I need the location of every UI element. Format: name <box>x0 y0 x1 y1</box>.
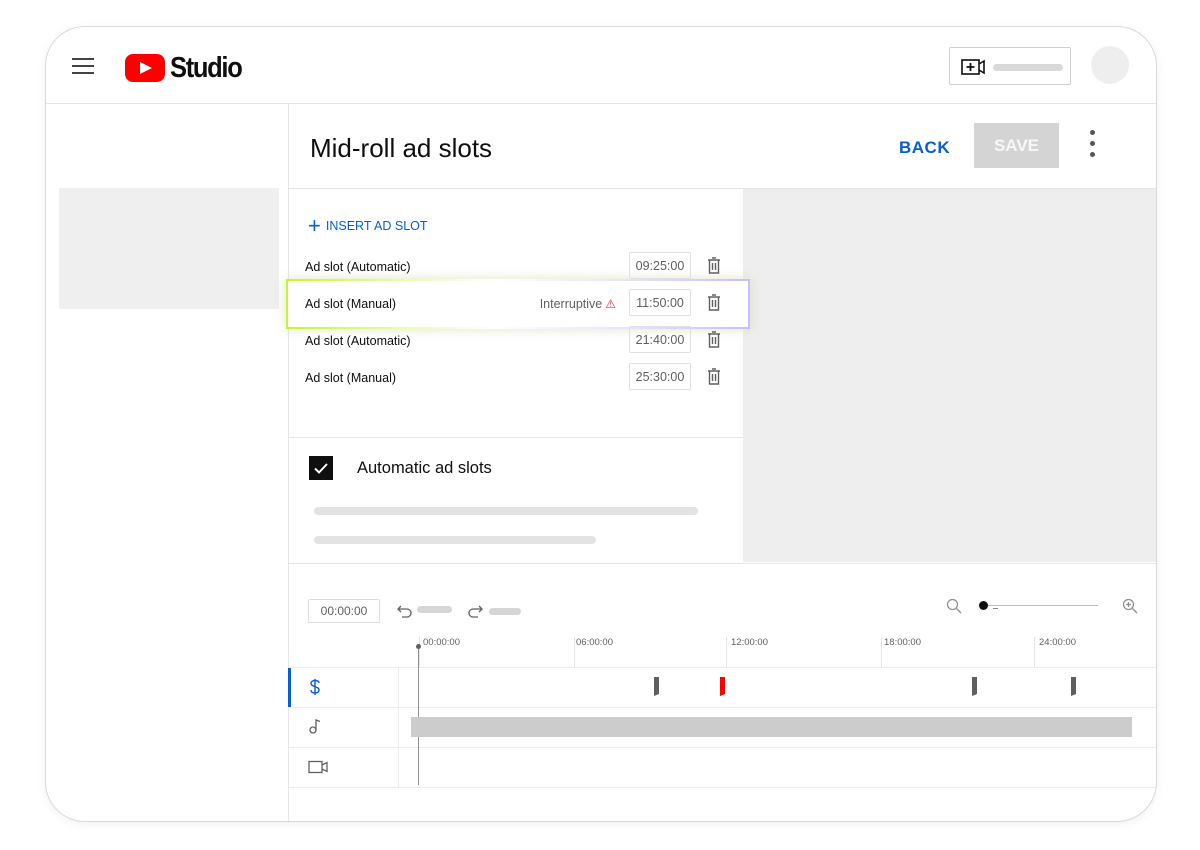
plus-icon: + <box>308 213 321 238</box>
ruler-tick <box>1034 637 1035 667</box>
playhead[interactable] <box>418 647 419 785</box>
music-note-icon[interactable] <box>308 718 322 734</box>
top-bar: Studio <box>46 27 1156 104</box>
zoom-out-icon[interactable] <box>946 598 962 614</box>
sidebar-placeholder <box>59 188 279 309</box>
active-track-indicator <box>288 668 291 707</box>
ruler-tick <box>574 637 575 667</box>
ruler-tick <box>419 637 420 667</box>
list-item[interactable]: Ad slot (Manual) 25:30:00 <box>305 363 729 393</box>
back-button[interactable]: BACK <box>899 138 950 158</box>
ruler-tick-label: 06:00:00 <box>576 637 613 648</box>
youtube-play-icon <box>125 54 165 82</box>
sidebar-divider <box>288 104 289 821</box>
save-button[interactable]: SAVE <box>974 123 1059 168</box>
ruler-tick-label: 00:00:00 <box>423 637 460 648</box>
list-item-selected[interactable]: Ad slot (Manual) Interruptive ⚠ 11:50:00 <box>305 289 729 319</box>
create-button[interactable] <box>949 47 1071 85</box>
trash-icon[interactable] <box>707 257 721 274</box>
logo-text: Studio <box>170 51 243 84</box>
slot-time-field[interactable]: 09:25:00 <box>629 252 691 279</box>
ruler-tick <box>726 637 727 667</box>
playhead-handle[interactable] <box>416 644 421 649</box>
redo-label-placeholder <box>489 608 521 615</box>
slot-label: Ad slot (Manual) <box>305 371 397 385</box>
ad-marker[interactable] <box>654 677 659 696</box>
ad-marker[interactable] <box>1071 677 1076 696</box>
slot-time-field[interactable]: 25:30:00 <box>629 363 691 390</box>
description-placeholder <box>314 536 596 544</box>
slot-label: Ad slot (Automatic) <box>305 260 411 274</box>
ruler-tick-label: 24:00:00 <box>1039 637 1076 648</box>
timeline-time-field[interactable]: 00:00:00 <box>308 599 380 623</box>
section-divider <box>289 437 743 438</box>
track-divider <box>289 707 1156 708</box>
list-item[interactable]: Ad slot (Automatic) 09:25:00 <box>305 252 729 282</box>
zoom-slider-track[interactable] <box>986 605 1098 606</box>
kebab-icon[interactable] <box>1086 130 1100 160</box>
ruler-tick-label: 12:00:00 <box>731 637 768 648</box>
trash-icon[interactable] <box>707 331 721 348</box>
slot-label: Ad slot (Automatic) <box>305 334 411 348</box>
track-header-divider <box>398 668 399 788</box>
trash-icon[interactable] <box>707 294 721 311</box>
insert-ad-slot-label: INSERT AD SLOT <box>325 219 428 233</box>
automatic-ad-slots-checkbox[interactable] <box>309 456 333 480</box>
zoom-in-icon[interactable] <box>1122 598 1138 614</box>
interruptive-label: Interruptive <box>539 297 603 311</box>
zoom-slider-tick <box>993 608 998 609</box>
avatar[interactable] <box>1091 46 1129 84</box>
studio-logo[interactable]: Studio <box>125 51 251 84</box>
ruler-tick <box>881 637 882 667</box>
track-divider <box>289 787 1156 788</box>
timeline-divider <box>289 563 1156 564</box>
audio-track-clip[interactable] <box>411 717 1132 737</box>
track-divider <box>289 747 1156 748</box>
trash-icon[interactable] <box>707 368 721 385</box>
page-title: Mid-roll ad slots <box>310 133 493 163</box>
slot-time-field[interactable]: 11:50:00 <box>629 289 691 316</box>
checkmark-icon <box>314 463 328 474</box>
track-divider <box>289 667 1156 668</box>
ad-marker-selected[interactable] <box>720 677 725 696</box>
insert-ad-slot-button[interactable]: + INSERT AD SLOT <box>308 213 428 238</box>
video-add-icon <box>961 59 985 75</box>
automatic-ad-slots-label: Automatic ad slots <box>357 459 492 477</box>
hamburger-icon[interactable] <box>72 57 94 75</box>
description-placeholder <box>314 507 698 515</box>
video-camera-icon[interactable] <box>308 760 328 774</box>
ad-marker[interactable] <box>972 677 977 696</box>
interruptive-flag: Interruptive ⚠ <box>540 297 616 311</box>
create-label-placeholder <box>993 64 1063 71</box>
slot-time-field[interactable]: 21:40:00 <box>629 326 691 353</box>
list-item[interactable]: Ad slot (Automatic) 21:40:00 <box>305 326 729 356</box>
slot-label: Ad slot (Manual) <box>305 297 397 311</box>
undo-icon[interactable] <box>397 604 413 618</box>
redo-icon[interactable] <box>467 604 483 618</box>
undo-label-placeholder <box>417 606 452 613</box>
dollar-icon[interactable] <box>308 678 322 696</box>
app-window: Studio Mid-roll ad slots BACK SAVE + INS… <box>45 26 1157 822</box>
zoom-slider-handle[interactable] <box>979 601 988 610</box>
warning-icon: ⚠ <box>605 297 616 311</box>
ruler-tick-label: 18:00:00 <box>884 637 921 648</box>
video-preview <box>743 189 1156 562</box>
